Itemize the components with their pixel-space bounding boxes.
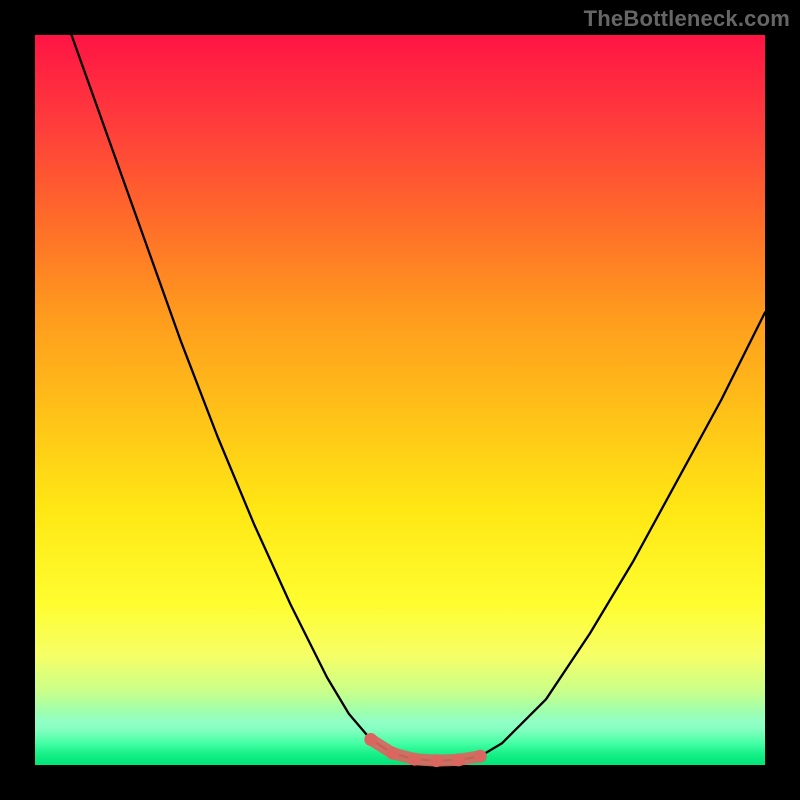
threshold-band	[364, 733, 487, 767]
watermark-text: TheBottleneck.com	[584, 6, 790, 32]
plot-area	[35, 35, 765, 765]
curve-svg	[35, 35, 765, 765]
chart-frame: TheBottleneck.com	[0, 0, 800, 800]
curve-line	[72, 35, 766, 761]
